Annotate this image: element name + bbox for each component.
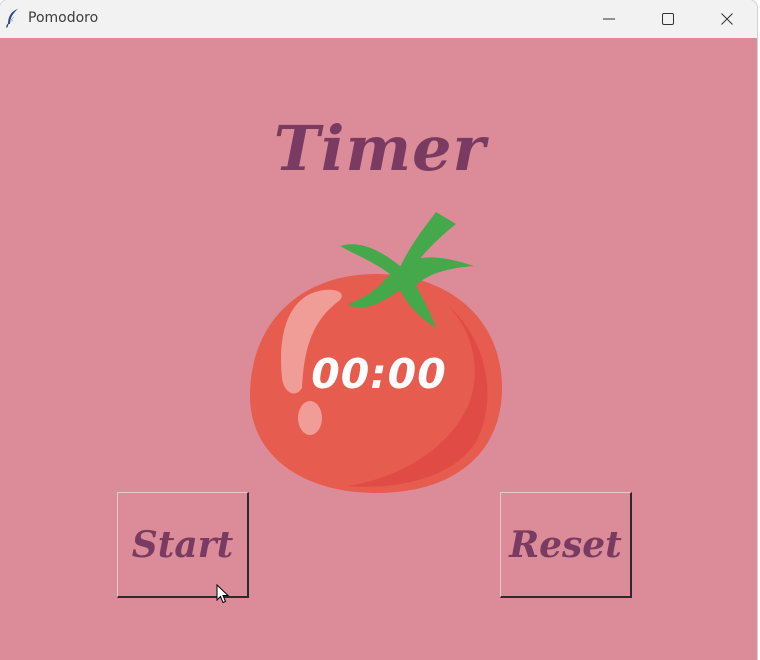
minimize-icon	[603, 13, 615, 25]
app-window: Pomodoro Timer 00:00 Start Reset	[0, 0, 757, 660]
app-canvas: Timer 00:00 Start Reset	[0, 38, 757, 660]
maximize-button[interactable]	[639, 0, 697, 38]
timer-heading: Timer	[273, 112, 487, 185]
close-icon	[721, 13, 733, 25]
feather-icon	[5, 8, 21, 28]
reset-button[interactable]: Reset	[500, 492, 632, 598]
mouse-cursor-icon	[216, 584, 230, 604]
window-title: Pomodoro	[28, 10, 99, 26]
maximize-icon	[662, 13, 674, 25]
timer-display: 00:00	[311, 350, 447, 398]
start-button[interactable]: Start	[117, 492, 249, 598]
close-button[interactable]	[698, 0, 756, 38]
minimize-button[interactable]	[580, 0, 638, 38]
title-bar[interactable]: Pomodoro	[0, 0, 757, 38]
